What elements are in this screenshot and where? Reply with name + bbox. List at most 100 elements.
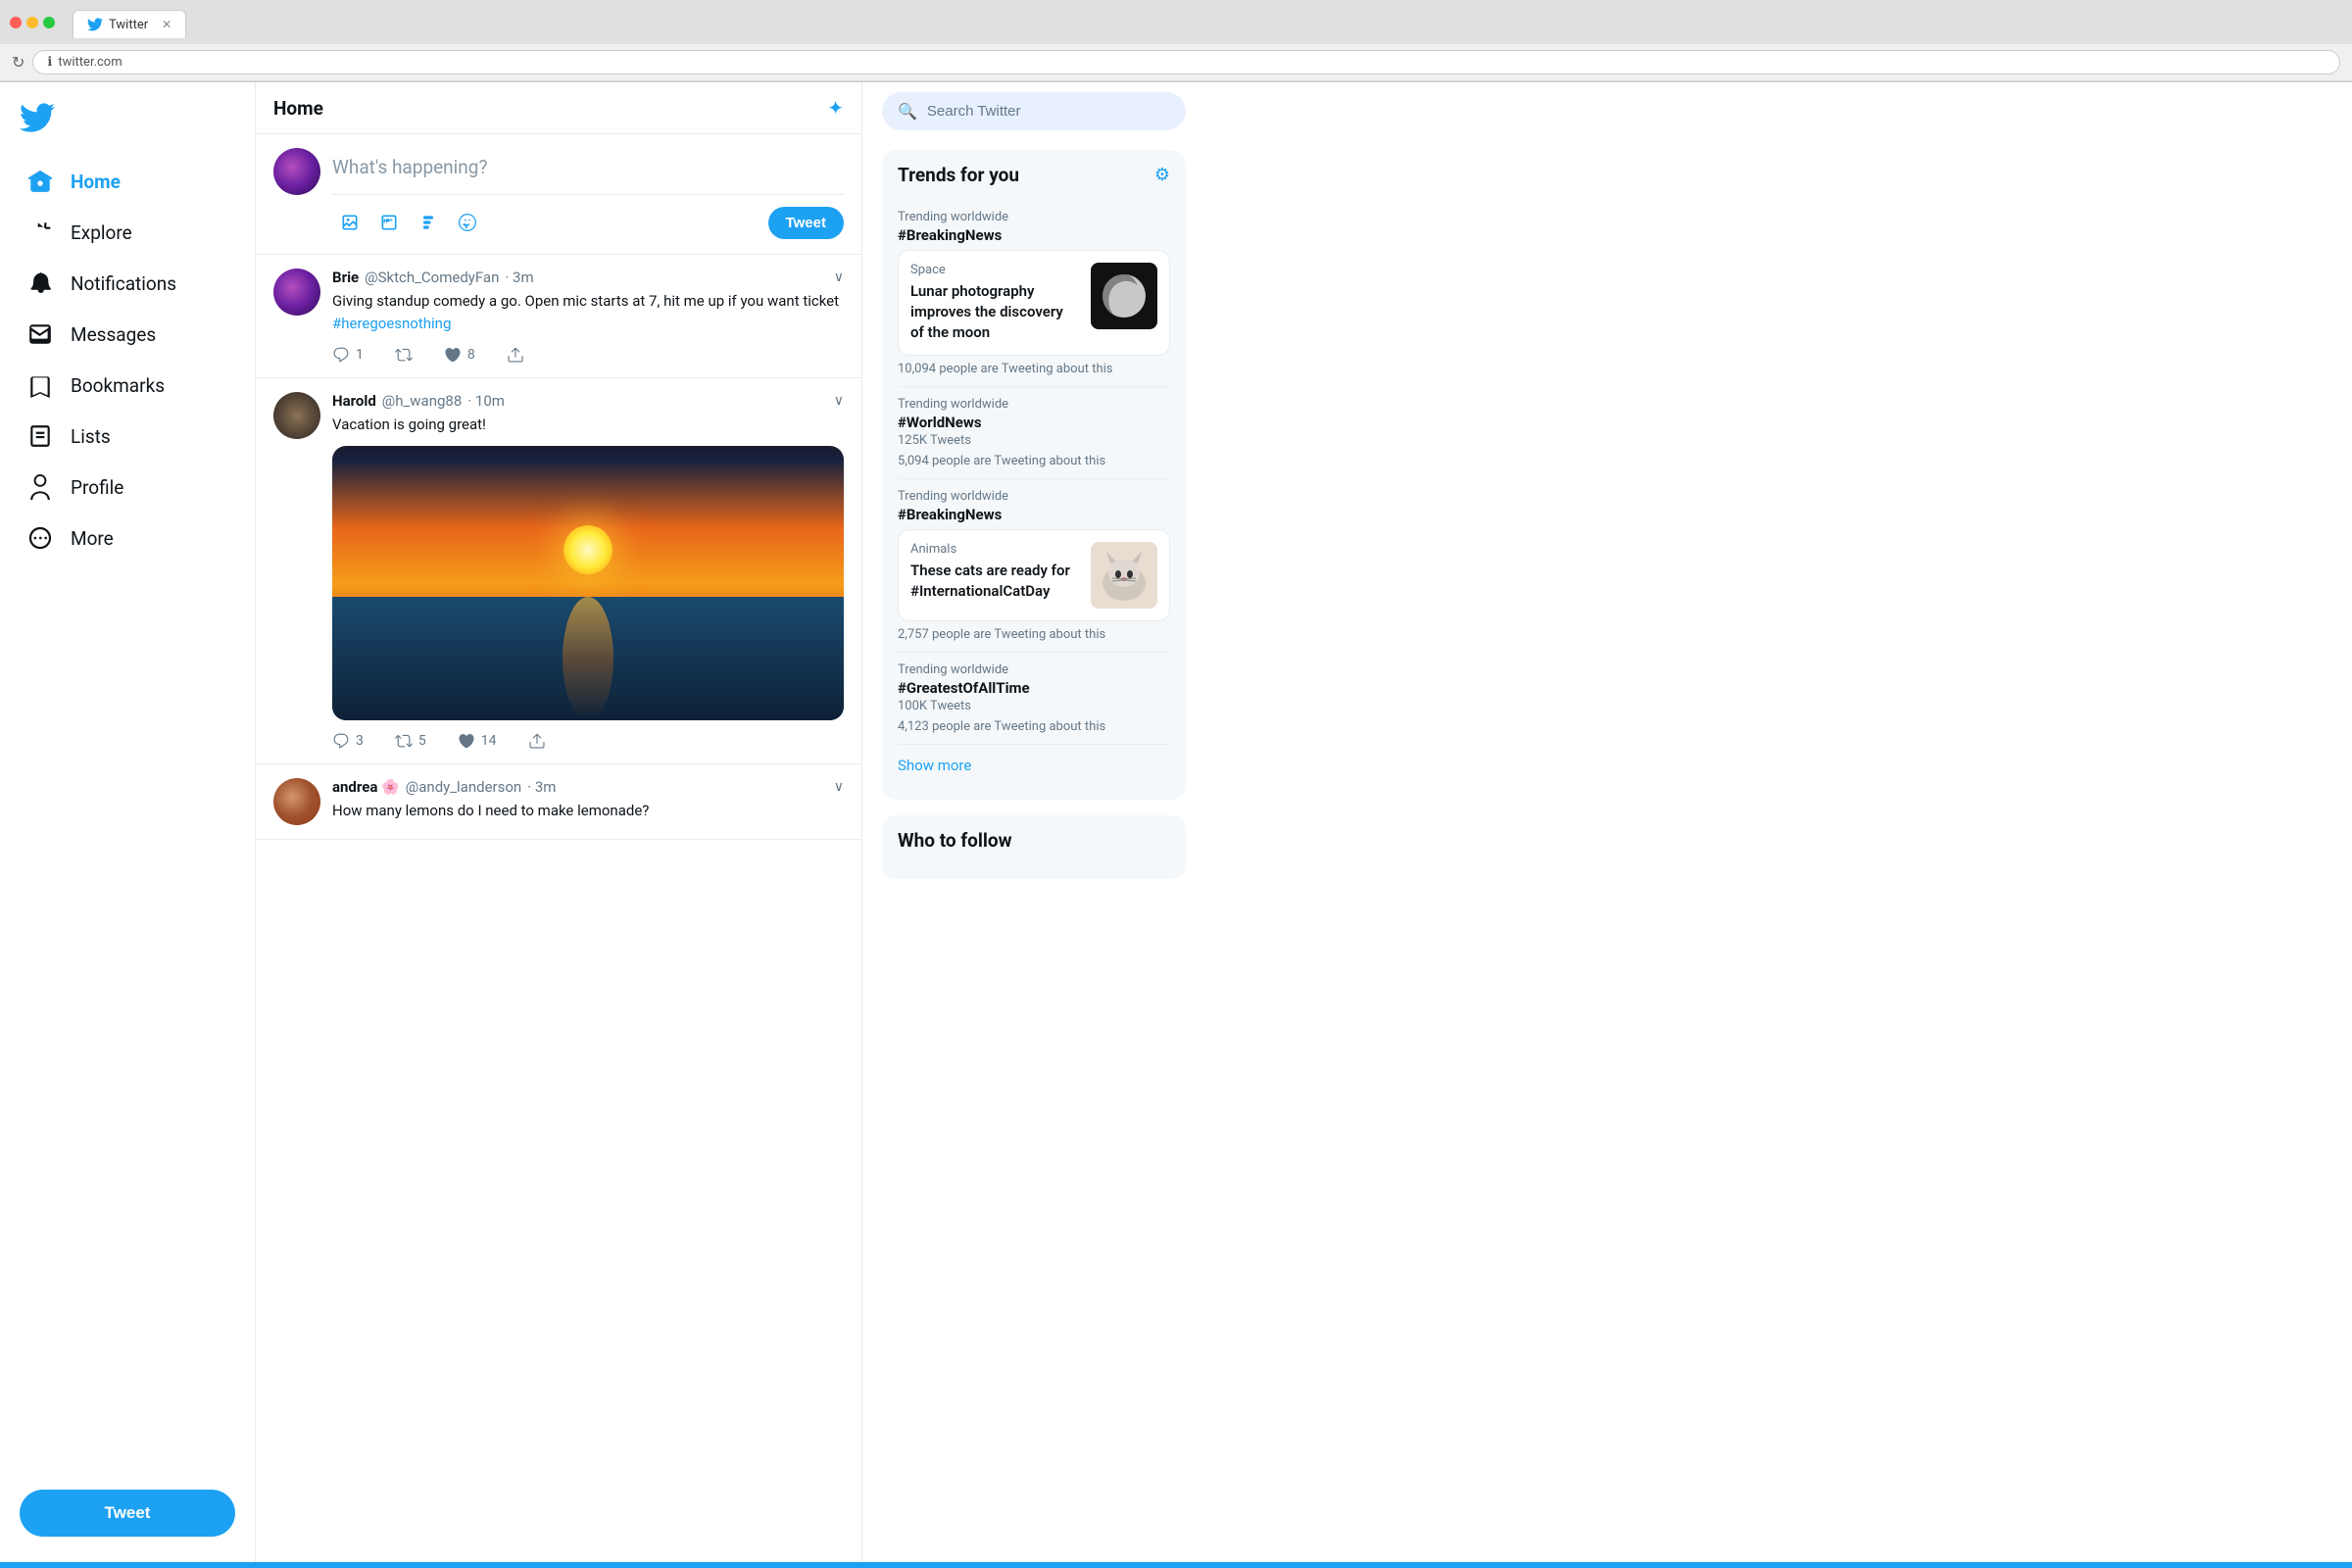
sidebar: Home Explore Notifications Messages [0,82,255,1562]
search-bar[interactable]: 🔍 [882,92,1186,130]
trend-hashtag: #BreakingNews [898,226,1170,244]
tweet-avatar [273,392,320,439]
twitter-favicon [87,17,103,32]
trend-item[interactable]: Trending worldwide #WorldNews 125K Tweet… [898,387,1170,479]
trend-card-title: Lunar photography improves the discovery… [910,281,1079,343]
sidebar-item-messages-label: Messages [71,323,156,346]
sparkle-icon[interactable]: ✦ [827,96,844,120]
tweet-hashtag[interactable]: #heregoesnothing [332,315,451,332]
notifications-icon [27,270,53,296]
browser-chrome: Twitter ✕ ↻ ℹ twitter.com [0,0,2352,82]
trend-count: 100K Tweets [898,699,1170,713]
trend-item[interactable]: Trending worldwide #GreatestOfAllTime 10… [898,653,1170,745]
sidebar-item-explore-label: Explore [71,221,132,244]
sidebar-item-more[interactable]: More [8,514,247,563]
retweet-button[interactable]: 5 [395,732,426,750]
tweet-text: Giving standup comedy a go. Open mic sta… [332,290,844,334]
reply-button[interactable]: 3 [332,732,364,750]
tweet-options-chevron[interactable]: ∨ [834,270,844,285]
trends-header: Trends for you ⚙ [898,164,1170,186]
twitter-bird-icon [20,100,55,135]
tweet-card[interactable]: andrea 🌸 @andy_landerson · 3m ∨ How many… [256,764,861,840]
tweet-user-info: Harold @h_wang88 · 10m [332,392,505,410]
trend-people: 5,094 people are Tweeting about this [898,454,1170,468]
share-button[interactable] [528,732,546,750]
refresh-button[interactable]: ↻ [12,53,24,72]
tweet-options-chevron[interactable]: ∨ [834,393,844,409]
like-count: 14 [481,733,497,749]
tweet-options-chevron[interactable]: ∨ [834,779,844,795]
twitter-logo[interactable] [0,92,255,155]
browser-minimize-dot[interactable] [26,17,38,28]
browser-close-dot[interactable] [10,17,22,28]
tweet-card[interactable]: Brie @Sktch_ComedyFan · 3m ∨ Giving stan… [256,255,861,378]
trends-title: Trends for you [898,164,1019,186]
sidebar-item-notifications-label: Notifications [71,272,176,295]
explore-icon [27,220,53,245]
browser-tab[interactable]: Twitter ✕ [73,10,186,38]
like-button[interactable]: 8 [444,346,475,364]
trend-context: Trending worldwide [898,662,1170,677]
sidebar-item-explore[interactable]: Explore [8,208,247,257]
sidebar-item-more-label: More [71,527,114,550]
compose-avatar [273,148,320,195]
sidebar-item-lists[interactable]: Lists [8,412,247,461]
browser-fullscreen-dot[interactable] [43,17,55,28]
url-bar[interactable]: ℹ twitter.com [32,50,2340,74]
browser-tab-bar: Twitter ✕ [63,6,196,38]
trend-people: 10,094 people are Tweeting about this [898,362,1170,376]
tab-close-button[interactable]: ✕ [162,18,172,31]
trend-card-title: These cats are ready for #InternationalC… [910,561,1079,602]
reply-count: 1 [356,347,364,363]
tweet-content: andrea 🌸 @andy_landerson · 3m ∨ How many… [332,778,844,825]
retweet-button[interactable] [395,346,413,364]
tweet-header: andrea 🌸 @andy_landerson · 3m ∨ [332,778,844,796]
tweet-handle: @Sktch_ComedyFan [365,269,499,286]
sidebar-item-profile[interactable]: Profile [8,463,247,512]
compose-emoji-icon[interactable] [450,205,485,240]
tweet-time: · 3m [505,269,533,286]
tweet-header: Harold @h_wang88 · 10m ∨ [332,392,844,410]
trend-item[interactable]: Trending worldwide #BreakingNews Animals… [898,479,1170,653]
search-input[interactable] [927,103,1170,120]
sidebar-item-bookmarks-label: Bookmarks [71,374,165,397]
compose-action-icons [332,205,768,240]
sidebar-item-notifications[interactable]: Notifications [8,259,247,308]
feed-header-title: Home [273,97,323,120]
sidebar-item-bookmarks[interactable]: Bookmarks [8,361,247,410]
reply-button[interactable]: 1 [332,346,364,364]
sidebar-item-profile-label: Profile [71,476,123,499]
compose-gif-icon[interactable] [371,205,407,240]
sidebar-item-home[interactable]: Home [8,157,247,206]
url-info-icon: ℹ [47,55,52,70]
trend-card: Animals These cats are ready for #Intern… [898,529,1170,621]
trends-settings-icon[interactable]: ⚙ [1154,165,1170,185]
sunset-image [332,446,844,720]
trend-hashtag: #BreakingNews [898,506,1170,523]
show-more-link[interactable]: Show more [898,745,1170,786]
sidebar-tweet-button[interactable]: Tweet [20,1490,235,1537]
trend-context: Trending worldwide [898,489,1170,504]
tweet-text: Vacation is going great! [332,414,844,436]
tab-title: Twitter [109,18,148,32]
feed-header: Home ✦ [256,82,861,134]
trend-card-label: Space [910,263,1079,277]
share-button[interactable] [507,346,524,364]
compose-actions: Tweet [332,194,844,240]
sidebar-item-messages[interactable]: Messages [8,310,247,359]
trend-card-label: Animals [910,542,1079,557]
lists-icon [27,423,53,449]
trend-item[interactable]: Trending worldwide #BreakingNews Space L… [898,200,1170,387]
like-button[interactable]: 14 [458,732,497,750]
trend-count: 125K Tweets [898,433,1170,448]
compose-poll-icon[interactable] [411,205,446,240]
compose-image-icon[interactable] [332,205,368,240]
compose-placeholder[interactable]: What's happening? [332,148,844,194]
tweet-card[interactable]: Harold @h_wang88 · 10m ∨ Vacation is goi… [256,378,861,764]
who-to-follow-section: Who to follow [882,815,1186,879]
tweet-user-info: andrea 🌸 @andy_landerson · 3m [332,778,556,796]
trend-card-text: Space Lunar photography improves the dis… [910,263,1079,343]
retweet-count: 5 [418,733,426,749]
browser-top-bar: Twitter ✕ [0,0,2352,44]
compose-tweet-button[interactable]: Tweet [768,207,844,239]
